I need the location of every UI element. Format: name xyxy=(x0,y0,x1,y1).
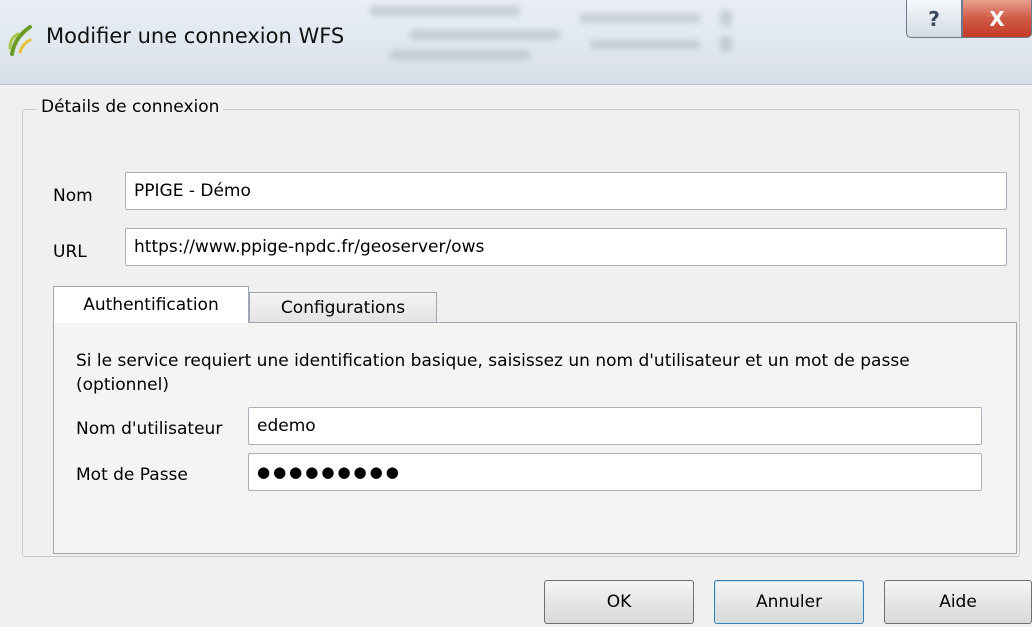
ok-button[interactable]: OK xyxy=(544,580,694,624)
tab-configurations-label: Configurations xyxy=(280,298,406,318)
authentication-panel: Si le service requiert une identificatio… xyxy=(53,322,1017,554)
tab-authentication[interactable]: Authentification xyxy=(53,286,249,323)
close-icon: X xyxy=(989,6,1005,31)
connection-details-group: Détails de connexion Nom PPIGE - Démo UR… xyxy=(22,97,1020,557)
background-blur xyxy=(330,0,870,84)
dialog-body: Détails de connexion Nom PPIGE - Démo UR… xyxy=(0,84,1032,627)
username-label: Nom d'utilisateur xyxy=(76,419,223,439)
name-input[interactable]: PPIGE - Démo xyxy=(125,172,1007,210)
help-button[interactable]: Aide xyxy=(884,580,1032,624)
cancel-button[interactable]: Annuler xyxy=(714,580,864,624)
title-bar: Modifier une connexion WFS ? X xyxy=(0,0,1032,84)
group-title: Détails de connexion xyxy=(37,97,224,117)
username-input[interactable]: edemo xyxy=(248,407,982,445)
help-caption-button[interactable]: ? xyxy=(906,0,962,38)
tab-configurations[interactable]: Configurations xyxy=(249,292,437,323)
auth-description: Si le service requiert une identificatio… xyxy=(76,351,910,395)
qgis-icon xyxy=(8,25,32,56)
name-label: Nom xyxy=(53,186,93,206)
close-button[interactable]: X xyxy=(962,0,1032,38)
password-input[interactable]: ●●●●●●●●● xyxy=(248,453,982,491)
url-label: URL xyxy=(53,242,87,262)
password-label: Mot de Passe xyxy=(76,465,188,485)
tab-authentication-label: Authentification xyxy=(83,295,219,315)
window-title: Modifier une connexion WFS xyxy=(46,24,345,48)
url-input[interactable]: https://www.ppige-npdc.fr/geoserver/ows xyxy=(125,228,1007,266)
question-icon: ? xyxy=(928,6,940,31)
